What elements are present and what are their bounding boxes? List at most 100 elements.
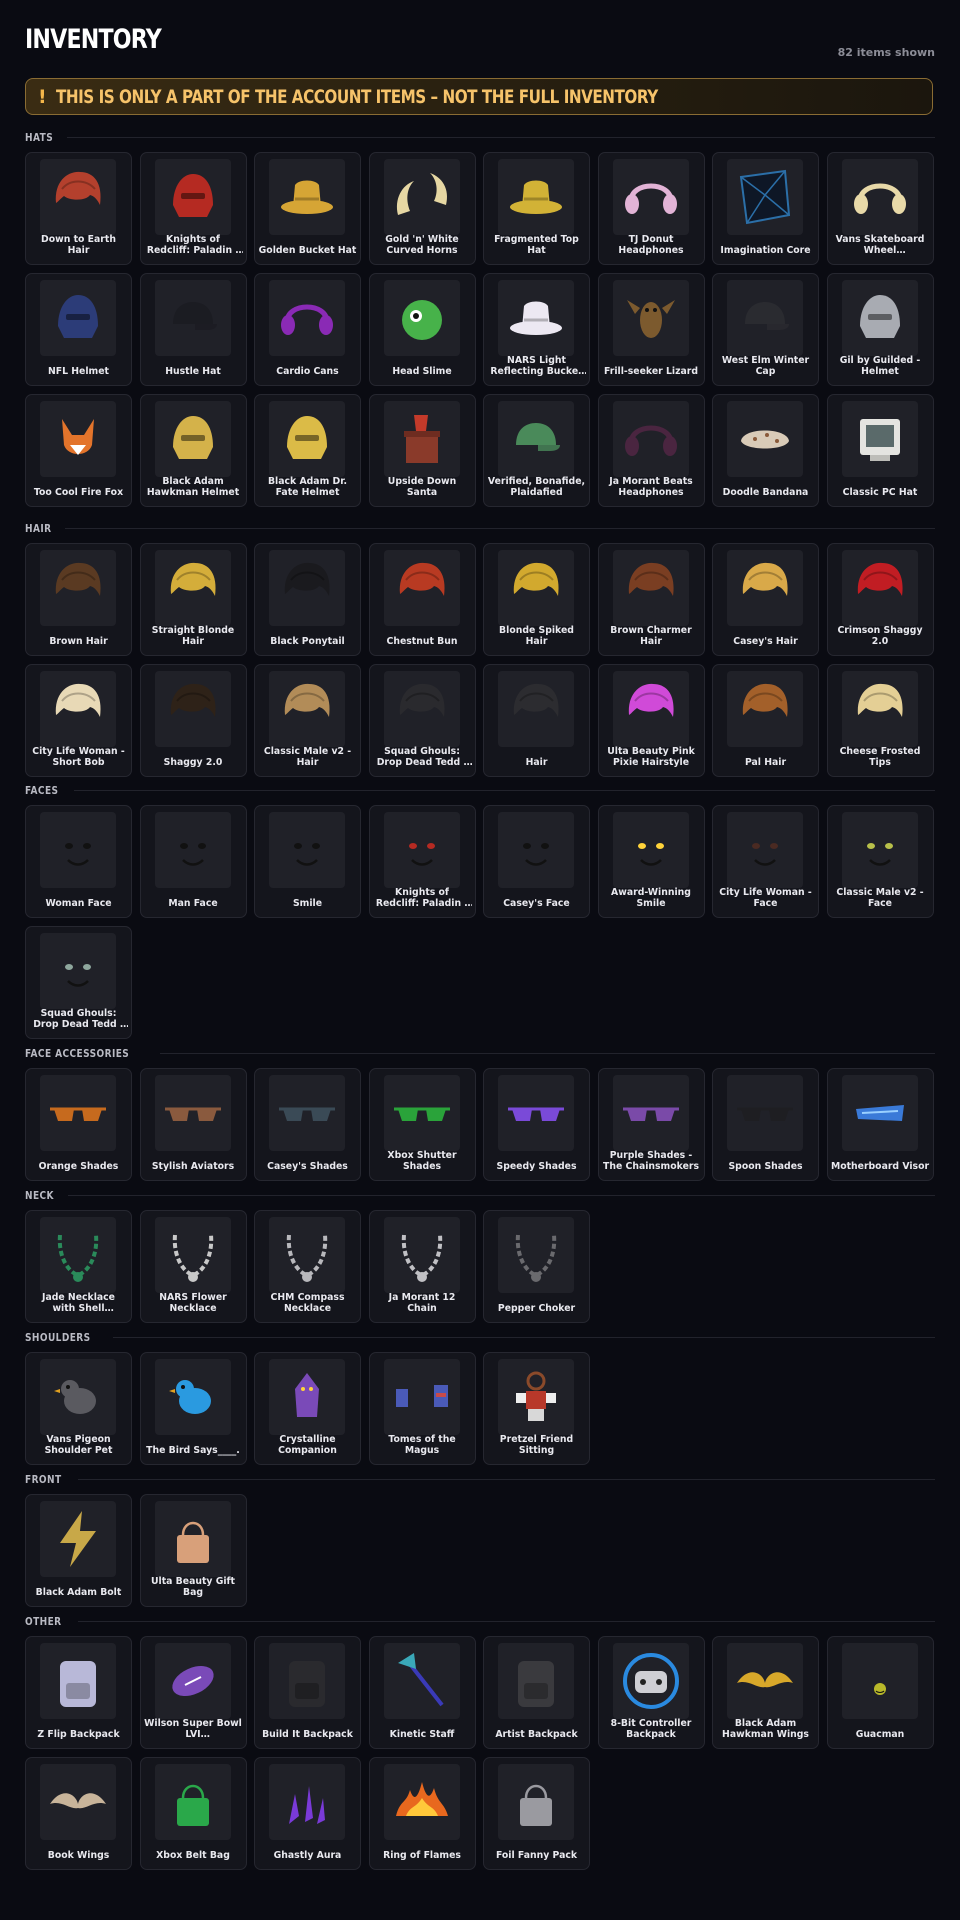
item-card[interactable]: Ghastly Aura (254, 1757, 361, 1870)
item-card[interactable]: NARS Flower Necklace (139, 1210, 247, 1323)
item-card[interactable]: Xbox Shutter Shades (368, 1068, 476, 1181)
section-divider (112, 1336, 935, 1338)
staff-icon (383, 1643, 460, 1719)
item-card[interactable]: Head Slime (368, 273, 476, 386)
item-card[interactable]: Knights of Redcliff: Paladin - Helmet (139, 152, 247, 265)
item-card[interactable]: Wilson Super Bowl LVI Commemorative Foot… (139, 1636, 247, 1749)
item-card[interactable]: NARS Light Reflecting Bucket Hat (483, 273, 590, 386)
item-card[interactable]: Spoon Shades (712, 1068, 819, 1181)
item-card[interactable]: Doodle Bandana (712, 394, 819, 507)
backpack-icon (498, 1643, 574, 1719)
necklace-icon (269, 1217, 345, 1293)
item-name: Gold 'n' White Curved Horns (385, 234, 459, 256)
item-card[interactable]: West Elm Winter Cap (712, 273, 819, 386)
item-card[interactable]: Purple Shades - The Chainsmokers (597, 1068, 705, 1181)
item-card[interactable]: Foil Fanny Pack (483, 1757, 590, 1870)
item-name: Head Slime (392, 366, 452, 377)
item-card[interactable]: Z Flip Backpack (25, 1636, 132, 1749)
face-icon (40, 812, 116, 888)
item-card[interactable]: Book Wings (25, 1757, 132, 1870)
item-card[interactable]: Vans Pigeon Shoulder Pet (25, 1352, 132, 1465)
item-card[interactable]: The Bird Says____. (139, 1352, 247, 1465)
item-card[interactable]: Brown Charmer Hair (597, 543, 705, 656)
item-card[interactable]: Cardio Cans (254, 273, 361, 386)
item-card[interactable]: Squad Ghouls: Drop Dead Tedd - Hair (368, 664, 476, 777)
hair-icon (612, 550, 689, 626)
warning-text: THIS IS ONLY A PART OF THE ACCOUNT ITEMS… (55, 85, 658, 108)
item-card[interactable]: Speedy Shades (483, 1068, 590, 1181)
item-card[interactable]: Artist Backpack (483, 1636, 590, 1749)
item-card[interactable]: Ulta Beauty Gift Bag (139, 1494, 247, 1607)
item-card[interactable]: Frill-seeker Lizard (597, 273, 705, 386)
item-card[interactable]: Imagination Core (712, 152, 819, 265)
item-card[interactable]: Xbox Belt Bag (139, 1757, 247, 1870)
item-card[interactable]: Knights of Redcliff: Paladin - Face (368, 805, 476, 918)
item-card[interactable]: Ring of Flames (368, 1757, 476, 1870)
item-card[interactable]: Black Adam Hawkman Wings (712, 1636, 819, 1749)
item-card[interactable]: Black Ponytail (254, 543, 361, 656)
item-card[interactable]: Ulta Beauty Pink Pixie Hairstyle (597, 664, 705, 777)
item-card[interactable]: Build It Backpack (254, 1636, 361, 1749)
item-card[interactable]: Woman Face (25, 805, 132, 918)
item-card[interactable]: Casey's Shades (254, 1068, 361, 1181)
lizard-icon (612, 280, 689, 356)
item-card[interactable]: Pal Hair (712, 664, 819, 777)
item-card[interactable]: Blonde Spiked Hair (483, 543, 590, 656)
item-card[interactable]: Pretzel Friend Sitting (483, 1352, 590, 1465)
item-card[interactable]: Casey's Hair (712, 543, 819, 656)
item-card[interactable]: Vans Skateboard Wheel Headphones (826, 152, 934, 265)
item-card[interactable]: Golden Bucket Hat (254, 152, 361, 265)
item-card[interactable]: Verified, Bonafide, Plaidafied (483, 394, 590, 507)
item-card[interactable]: Too Cool Fire Fox (25, 394, 132, 507)
item-name: NFL Helmet (47, 366, 109, 377)
item-card[interactable]: Shaggy 2.0 (139, 664, 247, 777)
item-card[interactable]: Hair (483, 664, 590, 777)
item-card[interactable]: Crimson Shaggy 2.0 (826, 543, 934, 656)
item-card[interactable]: Black Adam Hawkman Helmet (139, 394, 247, 507)
item-card[interactable]: Fragmented Top Hat (483, 152, 590, 265)
item-card[interactable]: Man Face (139, 805, 247, 918)
item-card[interactable]: Stylish Aviators (139, 1068, 247, 1181)
item-card[interactable]: Black Adam Dr. Fate Helmet (254, 394, 361, 507)
item-card[interactable]: TJ Donut Headphones (597, 152, 705, 265)
item-name: Purple Shades - The Chainsmokers (603, 1150, 699, 1172)
face-icon (498, 812, 574, 888)
item-card[interactable]: Hustle Hat (139, 273, 247, 386)
item-card[interactable]: Award-Winning Smile (597, 805, 705, 918)
item-card[interactable]: Chestnut Bun (368, 543, 476, 656)
item-card[interactable]: Gil by Guilded - Helmet (826, 273, 934, 386)
item-card[interactable]: Ja Morant 12 Chain (368, 1210, 476, 1323)
item-card[interactable]: Tomes of the Magus (368, 1352, 476, 1465)
item-card[interactable]: Casey's Face (483, 805, 590, 918)
item-card[interactable]: Down to Earth Hair (25, 152, 132, 265)
hat-icon (269, 159, 345, 235)
wings-icon (40, 1764, 116, 1840)
item-card[interactable]: Classic Male v2 - Hair (254, 664, 361, 777)
cube-icon (727, 159, 803, 235)
item-card[interactable]: Brown Hair (25, 543, 132, 656)
item-card[interactable]: Classic Male v2 - Face (826, 805, 934, 918)
item-card[interactable]: Gold 'n' White Curved Horns (368, 152, 476, 265)
item-card[interactable]: Straight Blonde Hair (139, 543, 247, 656)
item-card[interactable]: Upside Down Santa (368, 394, 476, 507)
item-card[interactable]: Black Adam Bolt (25, 1494, 132, 1607)
item-card[interactable]: NFL Helmet (25, 273, 132, 386)
item-card[interactable]: Guacman (826, 1636, 934, 1749)
item-card[interactable]: Smile (254, 805, 361, 918)
item-name: West Elm Winter Cap (721, 355, 810, 377)
item-card[interactable]: Pepper Choker (483, 1210, 590, 1323)
item-card[interactable]: CHM Compass Necklace (254, 1210, 361, 1323)
item-card[interactable]: Ja Morant Beats Headphones (597, 394, 705, 507)
item-card[interactable]: Squad Ghouls: Drop Dead Tedd - Zombie Fa… (25, 926, 132, 1039)
item-card[interactable]: Cheese Frosted Tips (826, 664, 934, 777)
item-card[interactable]: Jade Necklace with Shell Pendant (25, 1210, 132, 1323)
headphones-icon (841, 159, 918, 235)
item-card[interactable]: City Life Woman - Short Bob (25, 664, 132, 777)
item-card[interactable]: 8-Bit Controller Backpack (597, 1636, 705, 1749)
item-card[interactable]: Motherboard Visor (826, 1068, 934, 1181)
item-card[interactable]: Classic PC Hat (826, 394, 934, 507)
item-card[interactable]: City Life Woman - Face (712, 805, 819, 918)
item-card[interactable]: Kinetic Staff (368, 1636, 476, 1749)
item-card[interactable]: Orange Shades (25, 1068, 132, 1181)
item-card[interactable]: Crystalline Companion (254, 1352, 361, 1465)
